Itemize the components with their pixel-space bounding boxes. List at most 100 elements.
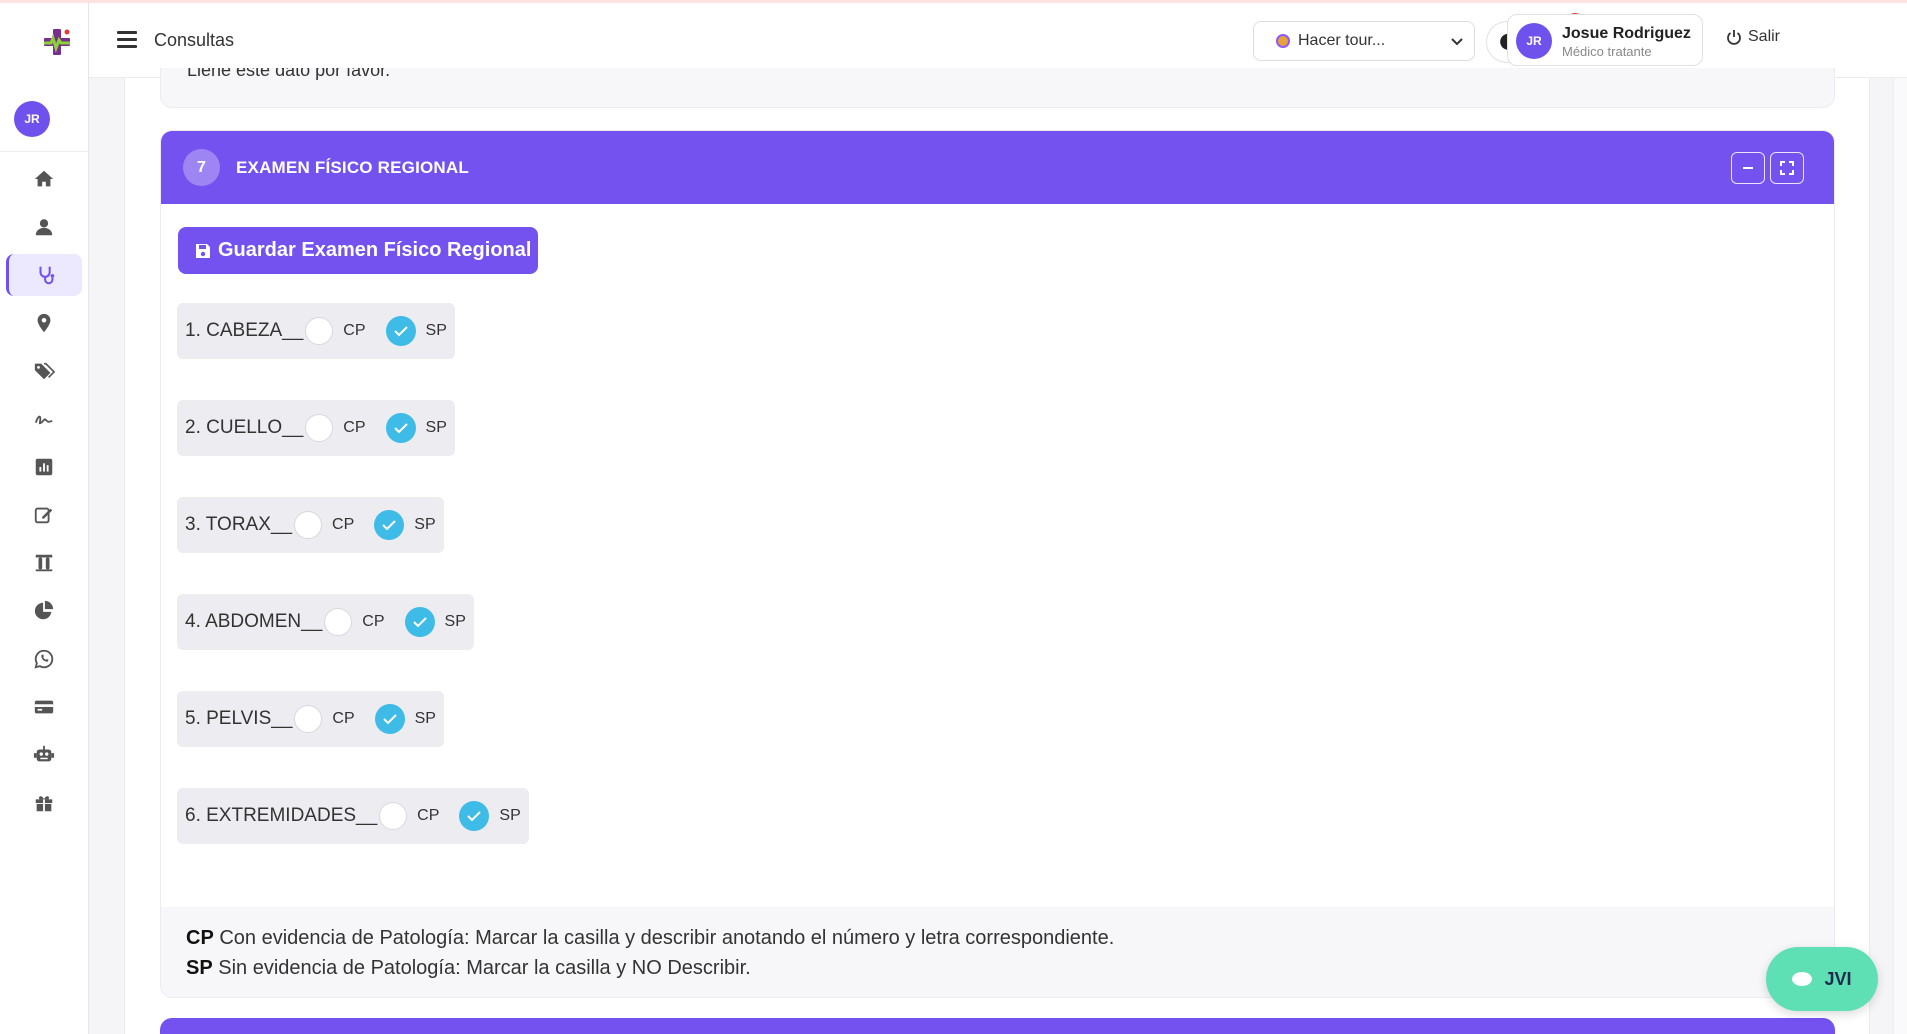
home-icon [34, 170, 54, 187]
cp-label: CP [332, 516, 355, 533]
whatsapp-icon [34, 649, 54, 669]
legend-cp-code: CP [186, 927, 214, 949]
cp-radio[interactable] [324, 608, 353, 636]
sidebar-item-reports[interactable] [6, 446, 82, 488]
cp-label: CP [362, 613, 385, 630]
cp-radio[interactable] [305, 317, 334, 345]
user-menu[interactable]: JR Josue Rodriguez Médico tratante [1507, 14, 1703, 66]
main-content: Llene este dato por favor. 7 EXAMEN FÍSI… [124, 68, 1870, 1034]
next-section-header [160, 1018, 1835, 1034]
sidebar-item-assistant[interactable] [6, 734, 82, 776]
exam-item-label: 1. CABEZA__ [185, 320, 304, 341]
sidebar-item-signature[interactable] [6, 398, 82, 440]
power-icon [1727, 30, 1741, 45]
lab-tubes-icon [35, 554, 53, 572]
sidebar-item-locations[interactable] [6, 302, 82, 344]
sp-radio-checked[interactable] [459, 801, 490, 831]
gift-icon [35, 796, 53, 812]
page-title: Consultas [154, 30, 235, 50]
avatar: JR [1516, 23, 1552, 59]
sidebar-item-consultas[interactable] [6, 254, 82, 296]
robot-icon [33, 745, 55, 762]
sidebar-item-whatsapp[interactable] [6, 638, 82, 680]
app-logo[interactable] [40, 25, 74, 59]
section-header: 7 EXAMEN FÍSICO REGIONAL [161, 131, 1834, 204]
expand-icon [1780, 161, 1794, 175]
minus-icon [1743, 167, 1753, 169]
exam-item-label: 6. EXTREMIDADES__ [185, 805, 378, 826]
credit-card-icon [34, 700, 54, 714]
logout-button[interactable]: Salir [1726, 28, 1780, 46]
exam-item-label: 3. TORAX__ [185, 514, 293, 535]
checkmark-icon [393, 326, 408, 337]
sp-radio-checked[interactable] [404, 607, 435, 637]
sp-label: SP [414, 710, 436, 727]
exam-section-card: 7 EXAMEN FÍSICO REGIONAL Guardar Examen … [160, 130, 1835, 998]
chat-label: JVI [1824, 968, 1852, 989]
sidebar-item-notes[interactable] [6, 494, 82, 536]
legend-sp-text: Sin evidencia de Patología: Marcar la ca… [212, 957, 751, 979]
sp-radio-checked[interactable] [374, 510, 405, 540]
exam-item-extremidades: 6. EXTREMIDADES__ CP SP [177, 788, 529, 844]
stethoscope-icon [38, 266, 54, 285]
exam-item-abdomen: 4. ABDOMEN__ CP SP [177, 594, 474, 650]
tour-select-value: Hacer tour... [1298, 32, 1386, 49]
save-exam-label: Guardar Examen Físico Regional [218, 239, 532, 261]
sidebar-item-lab[interactable] [6, 542, 82, 584]
sidebar-item-patients[interactable] [6, 206, 82, 248]
exam-item-pelvis: 5. PELVIS__ CP SP [177, 691, 444, 747]
section-number: 7 [183, 149, 220, 186]
sp-label: SP [425, 322, 447, 339]
sidebar-item-payments[interactable] [6, 686, 82, 728]
sidebar-avatar[interactable]: JR [14, 101, 50, 137]
sp-radio-checked[interactable] [385, 413, 416, 443]
tags-icon [34, 362, 55, 380]
checkmark-icon [393, 423, 408, 434]
cp-label: CP [343, 419, 366, 436]
sp-radio-checked[interactable] [374, 704, 405, 734]
tour-select[interactable]: Hacer tour... [1253, 21, 1475, 61]
cp-radio[interactable] [379, 802, 408, 830]
cp-radio[interactable] [294, 511, 323, 539]
sp-radio-checked[interactable] [385, 316, 416, 346]
signature-icon [34, 415, 53, 425]
cp-radio[interactable] [294, 705, 323, 733]
checkmark-icon [382, 520, 396, 531]
exam-item-label: 4. ABDOMEN__ [185, 611, 323, 632]
sidebar-item-tags[interactable] [6, 350, 82, 392]
legend-sp: SP Sin evidencia de Patología: Marcar la… [186, 957, 751, 980]
exam-item-cabeza: 1. CABEZA__ CP SP [177, 303, 455, 359]
sp-label: SP [444, 613, 466, 630]
sidebar: JR [0, 3, 89, 1034]
logout-label: Salir [1748, 28, 1781, 45]
exam-item-label: 2. CUELLO__ [185, 417, 304, 438]
tour-icon [1276, 34, 1290, 48]
chevron-down-icon [1451, 38, 1463, 46]
exam-item-cuello: 2. CUELLO__ CP SP [177, 400, 455, 456]
cp-label: CP [417, 807, 440, 824]
save-exam-button[interactable]: Guardar Examen Físico Regional [178, 227, 538, 274]
user-role: Médico tratante [1562, 44, 1652, 59]
sidebar-item-home[interactable] [6, 158, 82, 200]
menu-toggle-icon[interactable] [117, 31, 137, 49]
legend-cp: CP Con evidencia de Patología: Marcar la… [186, 927, 1114, 950]
fullscreen-button[interactable] [1770, 152, 1804, 184]
save-icon [196, 243, 210, 258]
sp-label: SP [425, 419, 447, 436]
cp-radio[interactable] [305, 414, 334, 442]
page-scrollbar[interactable] [1893, 78, 1907, 1034]
section-title: EXAMEN FÍSICO REGIONAL [236, 158, 469, 177]
checkmark-icon [412, 617, 427, 628]
collapse-button[interactable] [1731, 152, 1765, 184]
exam-item-label: 5. PELVIS__ [185, 708, 293, 729]
pie-chart-icon [34, 600, 54, 620]
sidebar-divider [0, 151, 89, 152]
edit-icon [34, 507, 53, 524]
user-name: Josue Rodriguez [1562, 25, 1691, 42]
cp-label: CP [332, 710, 355, 727]
location-pin-icon [37, 313, 51, 333]
chat-assistant-button[interactable]: JVI [1766, 947, 1878, 1011]
sidebar-item-rewards[interactable] [6, 782, 82, 824]
previous-section-text: Llene este dato por favor. [187, 68, 391, 80]
sidebar-item-statistics[interactable] [6, 590, 82, 632]
